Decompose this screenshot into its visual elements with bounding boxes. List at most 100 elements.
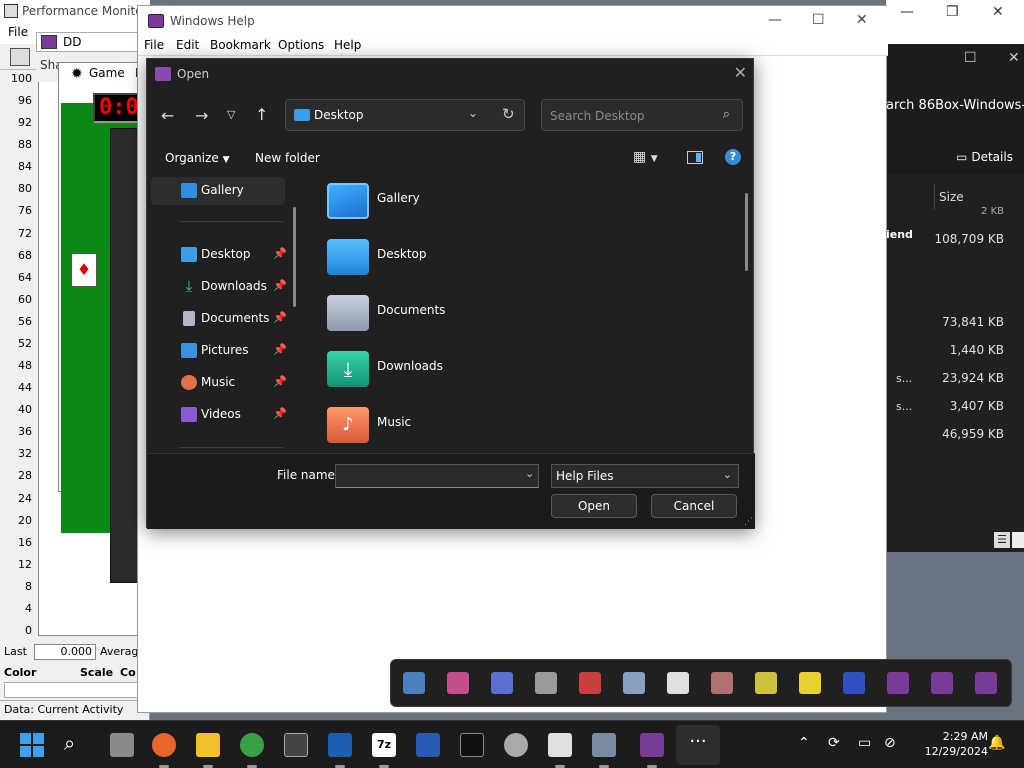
app-icon[interactable] <box>240 733 264 757</box>
open-button[interactable]: Open <box>551 494 637 518</box>
sync-icon[interactable]: ⟳ <box>828 735 840 751</box>
minimize-icon[interactable]: — <box>900 4 914 20</box>
tray-app-icon[interactable] <box>623 672 645 694</box>
recent-chevron-icon[interactable]: ▽ <box>227 108 235 121</box>
new-folder-button[interactable]: New folder <box>255 151 320 165</box>
file-name-input[interactable] <box>335 464 539 488</box>
powershell-icon[interactable] <box>416 733 440 757</box>
help-menu-file[interactable]: File <box>144 38 164 52</box>
file-item-music[interactable]: ♪ Music <box>323 401 523 453</box>
nav-item-gallery[interactable]: Gallery <box>151 177 285 205</box>
nav-item-videos[interactable]: Videos 📌 <box>151 401 287 429</box>
help-book-icon[interactable] <box>640 733 664 757</box>
nav-item-documents[interactable]: Documents 📌 <box>151 305 287 333</box>
perfmon-menu-file[interactable]: File <box>8 25 28 39</box>
terminal-icon[interactable] <box>460 733 484 757</box>
nav-item-pictures[interactable]: Pictures 📌 <box>151 337 287 365</box>
clock[interactable]: 2:29 AM 12/29/2024 <box>912 729 988 759</box>
task-view-icon[interactable] <box>110 733 134 757</box>
pin-icon[interactable]: 📌 <box>273 279 287 292</box>
forward-arrow-icon[interactable]: → <box>195 106 208 125</box>
preview-pane-icon[interactable] <box>687 151 703 164</box>
col-color[interactable]: Color <box>4 666 36 679</box>
pin-icon[interactable]: 📌 <box>273 343 287 356</box>
close-icon[interactable]: ✕ <box>734 63 747 82</box>
restore-icon[interactable]: ❐ <box>946 4 959 20</box>
playing-card[interactable]: ♦ <box>71 253 97 287</box>
chevron-down-icon[interactable]: ⌄ <box>525 467 534 480</box>
explorer-search[interactable]: arch 86Box-Windows-6 <box>886 94 1024 118</box>
notification-bell-icon[interactable]: 🔔 <box>988 735 1005 751</box>
chevron-up-icon[interactable]: ⌃ <box>798 735 810 751</box>
tray-app-icon[interactable] <box>491 672 513 694</box>
tiles-view-icon[interactable] <box>1012 532 1024 548</box>
help-book-icon[interactable] <box>975 672 997 694</box>
firefox-icon[interactable] <box>152 733 176 757</box>
back-arrow-icon[interactable]: ← <box>161 106 174 125</box>
tray-app-icon[interactable] <box>843 672 865 694</box>
show-more-button[interactable]: ··· <box>676 725 720 765</box>
maximize-icon[interactable]: ☐ <box>812 12 825 28</box>
phone-app-icon[interactable] <box>284 733 308 757</box>
help-titlebar[interactable]: Windows Help — ☐ ✕ <box>138 6 888 36</box>
help-book-icon[interactable] <box>931 672 953 694</box>
details-button[interactable]: ▭ Details <box>956 150 1013 164</box>
help-menu-options[interactable]: Options <box>278 38 324 52</box>
tray-app-icon[interactable] <box>447 672 469 694</box>
tray-app-icon[interactable] <box>535 672 557 694</box>
file-item-desktop[interactable]: Desktop <box>323 233 523 285</box>
file-item-documents[interactable]: Documents <box>323 289 523 341</box>
file-explorer-icon[interactable] <box>196 733 220 757</box>
perfmon-titlebar[interactable]: Performance Monitor <box>0 0 150 22</box>
resize-grip-icon[interactable]: ⋰ <box>744 517 753 527</box>
help-menu-help[interactable]: Help <box>334 38 361 52</box>
app-icon[interactable] <box>548 733 572 757</box>
7zip-icon[interactable]: 7z <box>372 733 396 757</box>
pin-icon[interactable]: 📌 <box>273 247 287 260</box>
pin-icon[interactable]: 📌 <box>273 311 287 324</box>
dde-window-title[interactable]: DD <box>36 32 146 52</box>
pin-icon[interactable]: 📌 <box>273 407 287 420</box>
start-button[interactable] <box>20 733 44 757</box>
chevron-down-icon[interactable]: ⌄ <box>468 106 478 120</box>
help-book-icon[interactable] <box>887 672 909 694</box>
pin-icon[interactable]: 📌 <box>273 375 287 388</box>
nav-item-music[interactable]: Music 📌 <box>151 369 287 397</box>
minimize-icon[interactable]: — <box>768 12 782 28</box>
search-icon[interactable]: ⌕ <box>64 731 75 755</box>
cancel-button[interactable]: Cancel <box>651 494 737 518</box>
settings-gear-icon[interactable] <box>504 733 528 757</box>
col-scale[interactable]: Scale <box>80 666 113 679</box>
solitaire-menu-game[interactable]: Game <box>89 66 125 80</box>
dialog-titlebar[interactable]: Open ✕ <box>147 59 755 89</box>
maximize-icon[interactable]: ☐ <box>964 50 977 66</box>
mute-icon[interactable]: ⊘ <box>884 735 896 751</box>
tray-app-icon[interactable] <box>799 672 821 694</box>
details-view-icon[interactable]: ☰ <box>994 532 1010 548</box>
refresh-icon[interactable]: ↻ <box>502 105 515 123</box>
col-counter[interactable]: Co <box>120 666 136 679</box>
search-box[interactable]: ⌕ <box>541 99 743 131</box>
file-item-downloads[interactable]: ⤓ Downloads <box>323 345 523 397</box>
file-item-gallery[interactable]: Gallery <box>323 177 523 229</box>
file-list-scrollbar[interactable] <box>745 193 748 271</box>
nav-item-downloads[interactable]: ⤓ Downloads 📌 <box>151 273 287 301</box>
help-menu-edit[interactable]: Edit <box>176 38 199 52</box>
close-icon[interactable]: ✕ <box>856 12 868 28</box>
change-view-button[interactable]: ▦ ▼ <box>633 149 658 165</box>
tray-app-icon[interactable] <box>579 672 601 694</box>
counter-row[interactable] <box>4 682 150 698</box>
nav-scrollbar[interactable] <box>293 207 296 307</box>
app-icon[interactable] <box>592 733 616 757</box>
close-icon[interactable]: ✕ <box>992 4 1004 20</box>
help-icon[interactable]: ? <box>725 149 741 165</box>
organize-button[interactable]: Organize ▼ <box>165 151 230 165</box>
close-icon[interactable]: ✕ <box>1008 50 1020 66</box>
address-bar[interactable]: Desktop ⌄ ↻ <box>285 99 525 131</box>
tray-app-icon[interactable] <box>403 672 425 694</box>
display-icon[interactable]: ▭ <box>858 735 871 751</box>
help-menu-bookmark[interactable]: Bookmark <box>210 38 271 52</box>
tray-app-icon[interactable] <box>711 672 733 694</box>
tray-app-icon[interactable] <box>667 672 689 694</box>
nav-item-desktop[interactable]: Desktop 📌 <box>151 241 287 269</box>
